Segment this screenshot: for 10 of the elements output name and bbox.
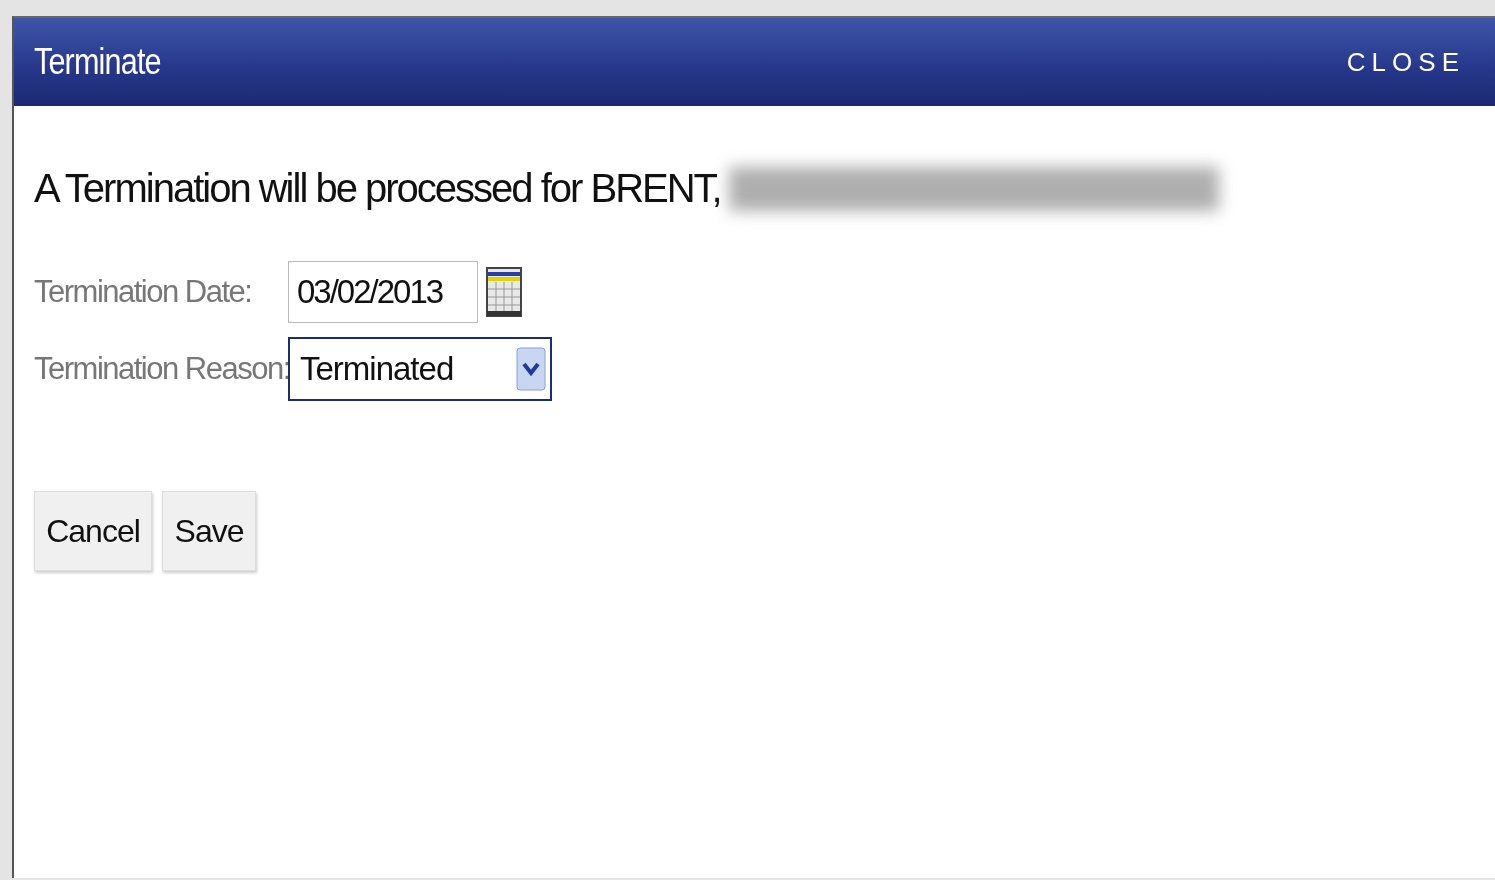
field-label: Termination Date: (34, 274, 253, 310)
field-label: Termination Reason: (34, 351, 288, 387)
dialog-button[interactable]: Cancel (34, 491, 152, 571)
confirmation-message: A Termination will be processed for BRENT, (34, 166, 721, 211)
dialog-title: Terminate (34, 41, 161, 83)
date-field[interactable]: 03/02/2013 (288, 261, 478, 323)
calendar-icon[interactable] (486, 267, 522, 317)
reason-dropdown[interactable]: Terminated (288, 337, 552, 401)
dialog-button[interactable]: Save (162, 491, 256, 571)
close-button[interactable]: CLOSE (1346, 46, 1465, 78)
